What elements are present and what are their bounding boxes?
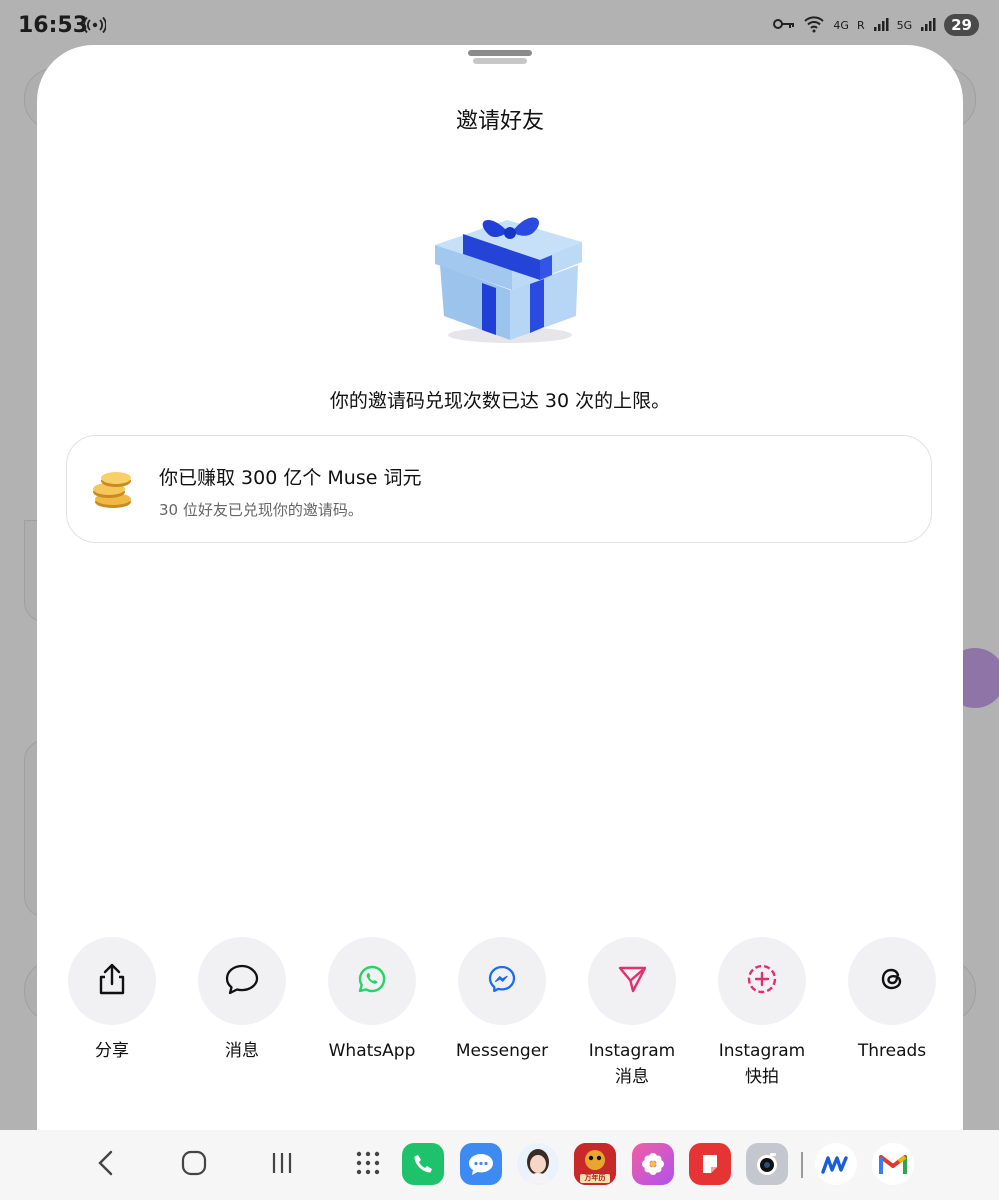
- wifi-icon: [803, 15, 825, 36]
- share-circle[interactable]: [458, 937, 546, 1025]
- phone-app-icon[interactable]: [402, 1143, 444, 1185]
- share-targets-row: 分享 消息 WhatsApp Messenger Instagram 消息 In…: [30, 937, 936, 1097]
- whatsapp-icon: [357, 964, 387, 998]
- home-icon: [181, 1150, 207, 1180]
- battery-indicator: 29: [944, 14, 979, 36]
- messenger-icon: [487, 964, 517, 998]
- calendar-app-icon[interactable]: 万年历: [574, 1143, 616, 1185]
- share-circle[interactable]: [718, 937, 806, 1025]
- share-target-label: WhatsApp: [328, 1041, 416, 1061]
- app-drawer-icon: [355, 1150, 381, 1180]
- home-button[interactable]: [178, 1149, 210, 1181]
- avatar-app-icon[interactable]: [517, 1143, 559, 1185]
- share-circle[interactable]: [198, 937, 286, 1025]
- share-target-share[interactable]: 分享: [52, 937, 172, 1064]
- threads-icon: [877, 964, 907, 998]
- share-target-label: Instagram 快拍: [718, 1041, 806, 1087]
- gmail-app-icon[interactable]: [872, 1143, 914, 1185]
- app-drawer-button[interactable]: [352, 1149, 384, 1181]
- back-icon: [96, 1149, 116, 1181]
- share-target-messenger[interactable]: Messenger: [442, 937, 562, 1064]
- messages-app-icon[interactable]: [460, 1143, 502, 1185]
- share-target-label: 分享: [95, 1041, 129, 1061]
- network-5g-label: 5G: [896, 18, 913, 32]
- status-time: 16:53: [18, 13, 89, 38]
- recents-icon: [269, 1150, 295, 1180]
- cast-icon: [83, 16, 107, 38]
- share-circle[interactable]: [848, 937, 936, 1025]
- share-target-instagram-story[interactable]: Instagram 快拍: [702, 937, 822, 1090]
- share-target-label: Threads: [857, 1041, 927, 1061]
- calendar-app-label: 万年历: [584, 1174, 606, 1182]
- share-target-label: Messenger: [455, 1041, 549, 1061]
- roaming-label: R: [856, 18, 865, 32]
- muse-app-icon[interactable]: [815, 1143, 857, 1185]
- share-target-messages[interactable]: 消息: [182, 937, 302, 1064]
- instagram-direct-icon: [616, 963, 648, 999]
- instagram-story-icon: [745, 962, 779, 1000]
- coins-icon: [91, 468, 135, 516]
- gift-box-illustration: [430, 190, 590, 350]
- share-circle[interactable]: [68, 937, 156, 1025]
- share-target-label: 消息: [225, 1041, 259, 1061]
- share-target-whatsapp[interactable]: WhatsApp: [312, 937, 432, 1064]
- earned-tokens-subtitle: 30 位好友已兑现你的邀请码。: [159, 501, 363, 519]
- taskbar: 万年历: [0, 1130, 999, 1200]
- network-4g-label: 4G: [833, 18, 849, 32]
- share-target-threads[interactable]: Threads: [832, 937, 952, 1064]
- camera-app-icon[interactable]: [746, 1143, 788, 1185]
- signal-icon: [873, 16, 889, 35]
- share-circle[interactable]: [328, 937, 416, 1025]
- notes-app-icon[interactable]: [689, 1143, 731, 1185]
- dock-separator: [801, 1152, 803, 1178]
- drag-handle[interactable]: [468, 50, 532, 56]
- gallery-app-icon[interactable]: [632, 1143, 674, 1185]
- share-target-instagram-direct[interactable]: Instagram 消息: [572, 937, 692, 1090]
- share-icon: [96, 962, 128, 1000]
- recents-button[interactable]: [266, 1149, 298, 1181]
- earned-tokens-title: 你已赚取 300 亿个 Muse 词元: [159, 467, 422, 489]
- status-indicators: 4G R 5G 29: [773, 14, 979, 36]
- share-target-label: Instagram 消息: [588, 1041, 676, 1087]
- drag-handle-shadow: [473, 58, 527, 64]
- signal-icon-2: [920, 16, 936, 35]
- invite-limit-message: 你的邀请码兑现次数已达 30 次的上限。: [329, 390, 671, 412]
- share-circle[interactable]: [588, 937, 676, 1025]
- earned-tokens-card: 你已赚取 300 亿个 Muse 词元 30 位好友已兑现你的邀请码。: [66, 435, 932, 543]
- message-bubble-icon: [224, 962, 260, 1000]
- back-button[interactable]: [90, 1149, 122, 1181]
- sheet-title: 邀请好友: [455, 109, 544, 134]
- key-icon: [773, 17, 795, 34]
